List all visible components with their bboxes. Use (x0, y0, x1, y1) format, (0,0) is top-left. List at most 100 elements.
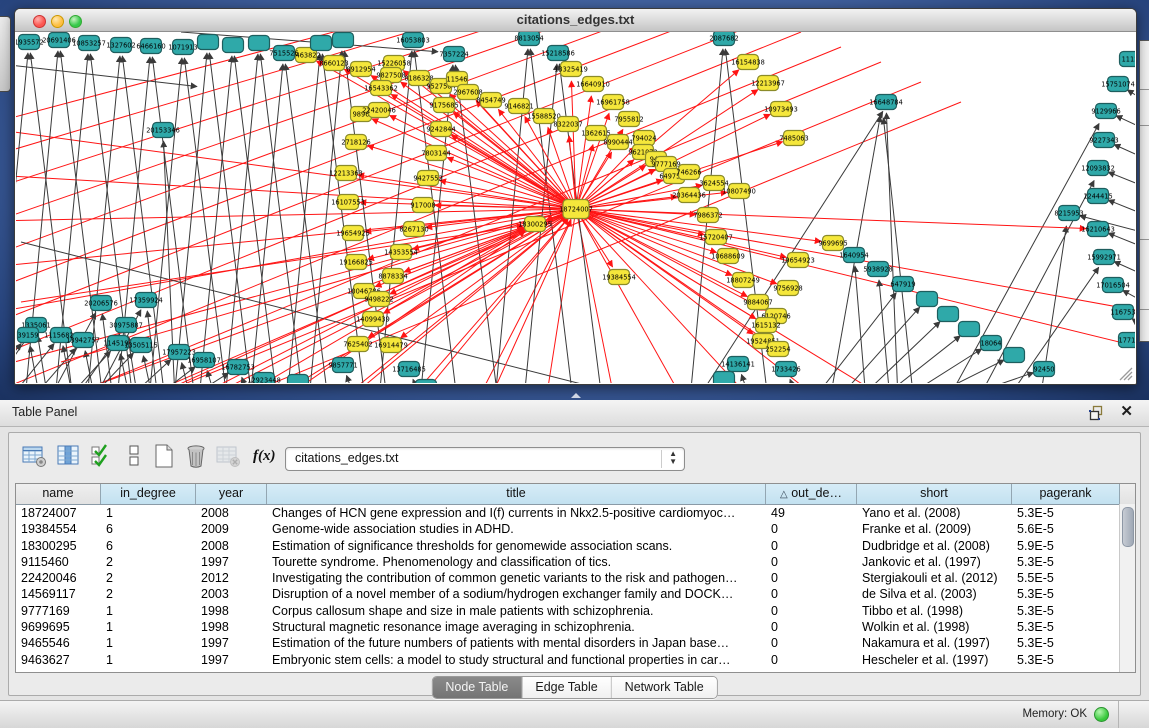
graph-node[interactable]: 18064 (981, 336, 1002, 351)
column-header-out_de[interactable]: △ out_de… (766, 484, 857, 504)
graph-node[interactable]: 15751074 (1101, 77, 1135, 92)
graph-node[interactable]: 12093832 (1081, 161, 1115, 176)
graph-node[interactable] (249, 36, 270, 51)
destroy-table-icon[interactable] (215, 443, 241, 469)
graph-node[interactable]: 14353554 (384, 245, 418, 260)
graph-node[interactable]: 17016504 (1096, 278, 1130, 293)
graph-node[interactable]: 5938928 (863, 262, 892, 277)
graph-node[interactable]: 12213363 (329, 166, 363, 181)
graph-node[interactable]: 16782753 (221, 360, 255, 375)
graph-node[interactable] (938, 307, 959, 322)
window-titlebar[interactable]: citations_edges.txt (15, 9, 1136, 32)
graph-node[interactable]: 8878334 (378, 269, 407, 284)
graph-node[interactable] (959, 322, 980, 337)
graph-node[interactable]: 8267130 (399, 222, 428, 237)
graph-node[interactable]: 9699695 (818, 236, 847, 251)
graph-node[interactable]: 9884067 (743, 295, 772, 310)
graph-node[interactable]: 917008 (410, 198, 435, 213)
graph-node[interactable]: 12213967 (751, 76, 785, 91)
graph-node[interactable]: 20691406 (42, 33, 76, 48)
graph-node[interactable]: 746266 (676, 165, 701, 180)
graph-node[interactable]: 9175685 (429, 98, 458, 113)
table-settings-icon[interactable] (21, 443, 47, 469)
graph-node[interactable]: 20206576 (84, 296, 118, 311)
table-row[interactable]: 1872400712008Changes of HCN gene express… (16, 505, 1135, 521)
close-panel-icon[interactable]: ✕ (1120, 403, 1133, 421)
graph-node[interactable] (223, 38, 244, 53)
graph-node[interactable]: 9227343 (1089, 133, 1118, 148)
network-canvas[interactable]: 1872400718300295193845547463822866012389… (16, 32, 1135, 383)
graph-node[interactable]: 8454749 (476, 93, 505, 108)
graph-node[interactable]: 10853257 (72, 36, 106, 51)
column-header-title[interactable]: title (267, 484, 766, 504)
graph-node[interactable]: 8990444 (603, 135, 632, 150)
graph-node[interactable]: 8912954 (346, 62, 375, 77)
graph-node[interactable]: 7955812 (614, 112, 643, 127)
graph-node[interactable]: 1935572 (16, 35, 44, 50)
graph-node[interactable]: 14136141 (721, 357, 755, 372)
graph-node[interactable]: 15218586 (541, 46, 575, 61)
graph-node[interactable]: 18724007 (559, 200, 593, 219)
column-header-pagerank[interactable]: pagerank (1012, 484, 1120, 504)
graph-node[interactable]: 116753 (1110, 305, 1135, 320)
graph-node[interactable]: 19384554 (602, 270, 636, 285)
table-row[interactable]: 946362711997Embryonic stem cells: a mode… (16, 652, 1135, 668)
graph-node[interactable]: 17710 (1119, 333, 1136, 348)
graph-node[interactable]: 39159 (18, 328, 39, 343)
float-panel-icon[interactable] (1089, 405, 1105, 421)
graph-node[interactable]: 2718126 (341, 135, 370, 150)
table-row[interactable]: 1938455462009Genome-wide association stu… (16, 521, 1135, 537)
row-height-icon[interactable] (121, 443, 147, 469)
graph-node[interactable]: 16154838 (731, 55, 765, 70)
graph-node[interactable]: 16640910 (576, 77, 610, 92)
graph-node[interactable] (333, 33, 354, 48)
graph-node[interactable]: 7485063 (779, 131, 808, 146)
graph-node[interactable]: 9857771 (328, 358, 357, 373)
graph-node[interactable]: 16648784 (869, 95, 903, 110)
graph-node[interactable]: 19166825 (339, 255, 373, 270)
table-row[interactable]: 2242004622012Investigating the contribut… (16, 570, 1135, 586)
graph-node[interactable]: 7625402 (343, 337, 372, 352)
graph-node[interactable] (288, 375, 309, 384)
column-header-short[interactable]: short (857, 484, 1012, 504)
graph-node[interactable]: 8660123 (319, 56, 348, 71)
graph-node[interactable]: 6466160 (136, 39, 165, 54)
graph-node[interactable]: 13716485 (392, 362, 426, 377)
graph-node[interactable]: 1327602 (106, 38, 135, 53)
graph-node[interactable]: 252254 (765, 342, 790, 357)
graph-node[interactable]: 647919 (890, 277, 915, 292)
column-header-year[interactable]: year (196, 484, 267, 504)
graph-node[interactable]: 2087682 (709, 32, 738, 46)
graph-node[interactable] (917, 292, 938, 307)
graph-node[interactable]: 9129966 (1091, 104, 1120, 119)
graph-node[interactable]: 19654925 (336, 226, 370, 241)
graph-node[interactable]: 8813054 (514, 32, 543, 46)
graph-node[interactable]: 1071913 (168, 40, 197, 55)
graph-node[interactable]: 7515526 (269, 46, 298, 61)
show-columns-icon[interactable] (55, 443, 81, 469)
delete-rows-icon[interactable] (183, 443, 209, 469)
memory-status-indicator-icon[interactable] (1094, 707, 1109, 722)
graph-node[interactable]: 13325419 (554, 62, 588, 77)
graph-node[interactable] (198, 35, 219, 50)
table-scrollbar-thumb[interactable] (1122, 507, 1134, 547)
graph-node[interactable] (416, 380, 437, 384)
table-scrollbar[interactable] (1119, 504, 1135, 672)
graph-node[interactable] (311, 36, 332, 51)
graph-node[interactable]: 30975887 (109, 318, 143, 333)
table-row[interactable]: 911546021997Tourette syndrome. Phenomeno… (16, 554, 1135, 570)
graph-node[interactable]: 1733426 (771, 362, 800, 377)
graph-node[interactable]: 19654923 (781, 253, 815, 268)
graph-node[interactable] (1004, 348, 1025, 363)
tab-network-table[interactable]: Network Table (612, 677, 717, 698)
graph-node[interactable]: 9498222 (364, 292, 393, 307)
graph-node[interactable]: 9427552 (413, 171, 442, 186)
table-row[interactable]: 1830029562008Estimation of significance … (16, 538, 1135, 554)
select-columns-icon[interactable] (89, 443, 115, 469)
table-row[interactable]: 1456911722003Disruption of a novel membe… (16, 586, 1135, 602)
graph-node[interactable]: 14099439 (356, 312, 390, 327)
graph-node[interactable]: 1615132 (751, 318, 780, 333)
create-table-icon[interactable] (151, 443, 177, 469)
graph-node[interactable]: 16961758 (596, 95, 630, 110)
graph-node[interactable]: 794024 (631, 131, 656, 146)
